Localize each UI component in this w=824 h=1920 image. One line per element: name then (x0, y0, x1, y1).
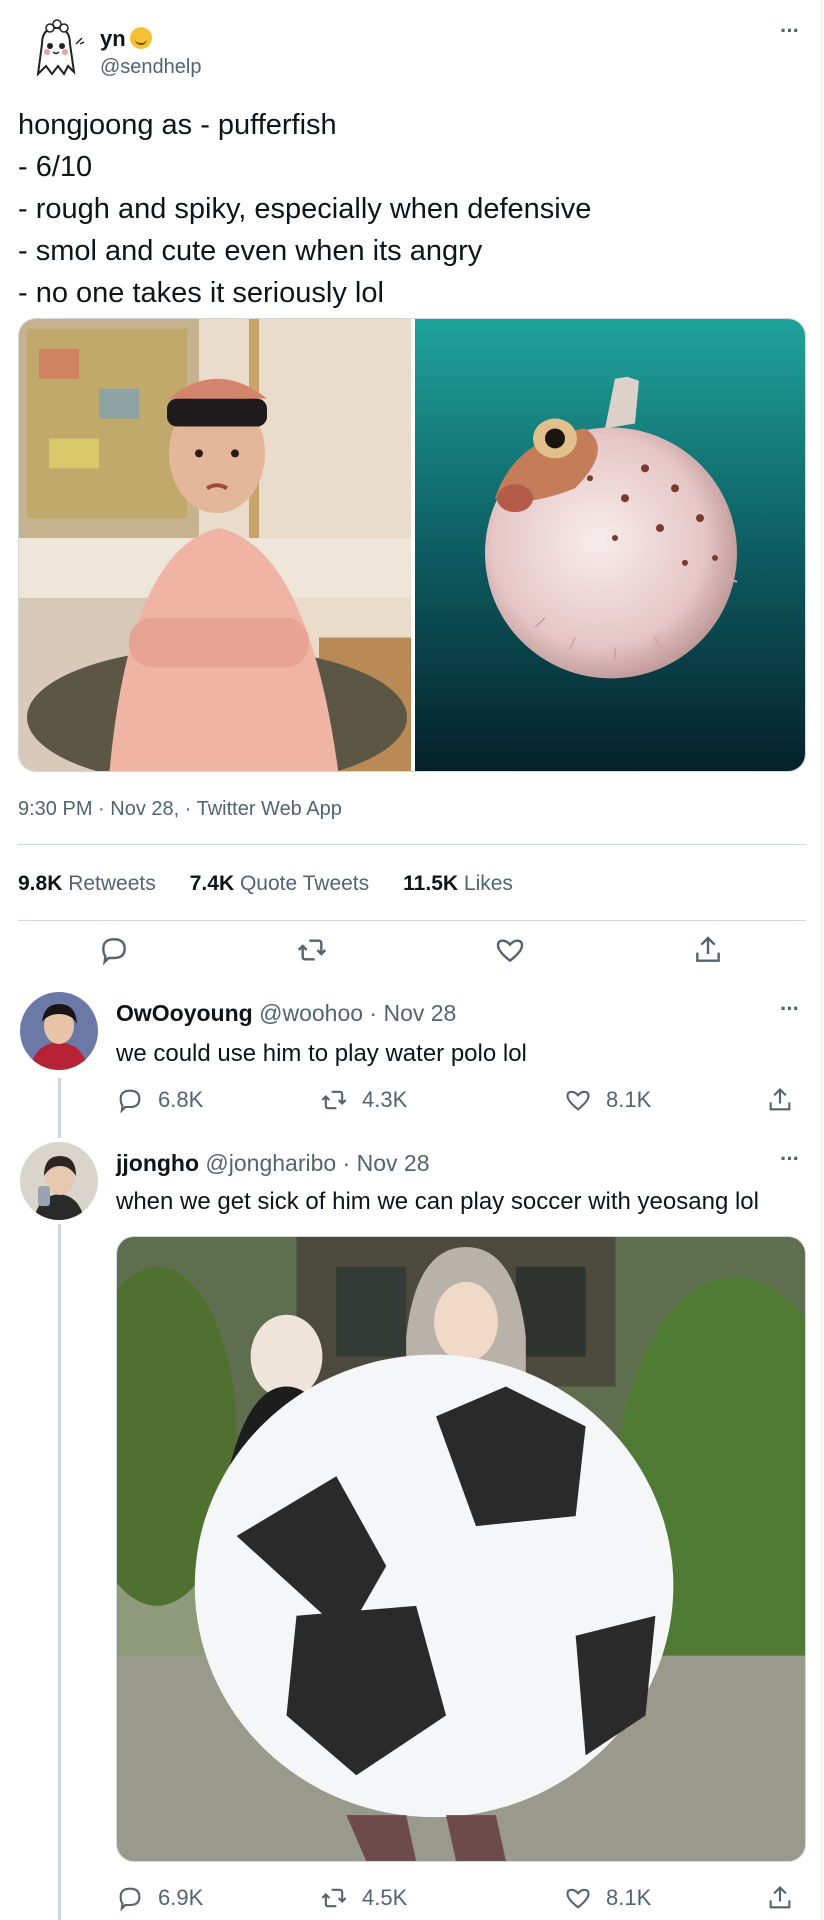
reply-text: we could use him to play water polo lol (116, 1040, 527, 1067)
retweet-count: 4.3K (362, 1087, 408, 1112)
photo-pufferfish[interactable] (415, 319, 805, 771)
ghost-doodle-avatar-icon (36, 19, 85, 77)
quote-tweets-label: Quote Tweets (239, 872, 370, 895)
reply-author-line[interactable]: jjongho @jongharibo · Nov 28 (116, 1150, 430, 1177)
like-count: 8.1K (606, 1087, 652, 1112)
retweets-stat[interactable]: 9.8K Retweets (18, 872, 156, 896)
likes-label: Likes (463, 872, 513, 895)
reply-author-line[interactable]: OwOoyoung @woohoo · Nov 28 (116, 1000, 456, 1027)
like-icon (566, 1888, 590, 1909)
reply-display-name: OwOoyoung (116, 1000, 253, 1026)
tweet-text-line: - no one takes it seriously lol (18, 277, 384, 309)
reply-icon[interactable] (98, 934, 130, 966)
photo-person-in-soccer-ball-costume[interactable] (116, 1236, 806, 1862)
retweet-count: 4.5K (362, 1885, 408, 1910)
tweet-text-line: hongjoong as - pufferfish (18, 109, 337, 141)
reply-action-bar: 6.9K 4.5K 8.1K (116, 1884, 806, 1916)
tweet-text-line: - smol and cute even when its angry (18, 235, 483, 267)
share-icon (769, 1886, 791, 1909)
reply-text: when we get sick of him we can play socc… (116, 1188, 759, 1215)
more-options-icon[interactable]: ··· (780, 18, 800, 44)
tweet-media-grid (18, 318, 806, 772)
thread-connector-line (58, 1224, 61, 1920)
display-name-text: yn (100, 26, 126, 51)
author-display-name[interactable]: yn (100, 26, 152, 52)
reply-date: · Nov 28 (342, 1150, 430, 1176)
retweet-button[interactable]: 4.5K (320, 1884, 407, 1912)
retweet-icon (321, 1090, 347, 1110)
like-button[interactable]: 8.1K (564, 1086, 651, 1114)
reply-button[interactable]: 6.8K (116, 1086, 203, 1114)
reply-button[interactable]: 6.9K (116, 1884, 203, 1912)
like-icon[interactable] (494, 934, 526, 966)
reply-icon (119, 1887, 141, 1912)
reply-icon (119, 1089, 141, 1114)
reply-count: 6.8K (158, 1087, 204, 1112)
engagement-stats: 9.8K Retweets 7.4K Quote Tweets 11.5K Li… (18, 872, 513, 896)
likes-count: 11.5K (403, 872, 459, 895)
retweet-icon (321, 1888, 347, 1908)
reply-author-avatar[interactable] (20, 1142, 98, 1220)
divider (18, 920, 806, 921)
reply-author-avatar[interactable] (20, 992, 98, 1070)
retweet-button[interactable]: 4.3K (320, 1086, 407, 1114)
tweet-timestamp[interactable]: 9:30 PM · Nov 28, · Twitter Web App (18, 798, 342, 821)
like-button[interactable]: 8.1K (564, 1884, 651, 1912)
reply-handle: @jongharibo (205, 1150, 337, 1176)
more-options-icon[interactable]: ··· (780, 1146, 800, 1172)
divider (18, 844, 806, 845)
quote-tweets-count: 7.4K (189, 872, 235, 895)
thread-connector-line (58, 1078, 61, 1138)
reply-action-bar: 6.8K 4.3K 8.1K (116, 1086, 806, 1118)
tweet-text: hongjoong as - pufferfish - 6/10 - rough… (18, 104, 591, 314)
reply-count: 6.9K (158, 1885, 204, 1910)
share-icon (769, 1088, 791, 1111)
like-icon (566, 1090, 590, 1111)
share-button[interactable] (766, 1086, 794, 1114)
more-options-icon[interactable]: ··· (780, 996, 800, 1022)
likes-stat[interactable]: 11.5K Likes (403, 872, 513, 896)
author-handle[interactable]: @sendhelp (100, 56, 201, 79)
tweet-thread: yn @sendhelp ··· hongjoong as - pufferfi… (0, 0, 822, 1920)
reply-display-name: jjongho (116, 1150, 200, 1176)
retweets-label: Retweets (68, 872, 156, 895)
reply-date: · Nov 28 (369, 1000, 457, 1026)
upside-down-face-emoji-icon (129, 27, 152, 49)
like-count: 8.1K (606, 1885, 652, 1910)
tweet-text-line: - rough and spiky, especially when defen… (18, 193, 592, 225)
tweet-text-line: - 6/10 (18, 151, 93, 183)
quote-tweets-stat[interactable]: 7.4K Quote Tweets (190, 872, 369, 896)
retweets-count: 9.8K (18, 872, 63, 895)
tweet-action-bar (18, 934, 806, 974)
reply-handle: @woohoo (259, 1000, 364, 1026)
share-icon[interactable] (692, 934, 724, 966)
photo-person-pink-hoodie[interactable] (19, 319, 411, 771)
share-button[interactable] (766, 1884, 794, 1912)
retweet-icon[interactable] (296, 934, 328, 966)
author-avatar[interactable] (20, 14, 88, 82)
